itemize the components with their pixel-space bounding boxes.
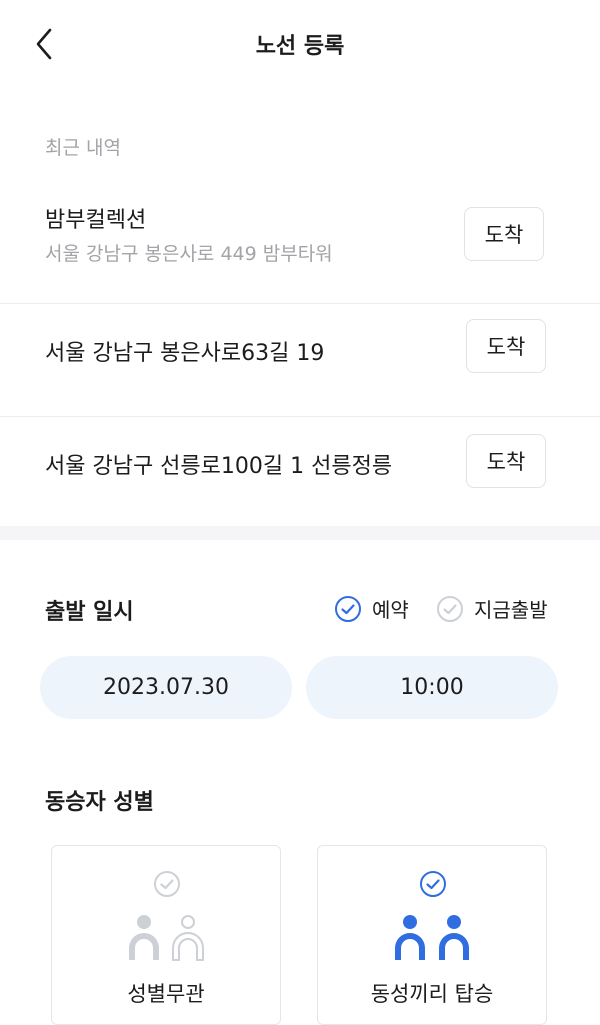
place-address: 서울 강남구 봉은사로 449 밤부타워 (45, 243, 333, 265)
gender-any-option[interactable]: 성별무관 (51, 845, 281, 1025)
arrive-button[interactable]: 도착 (466, 319, 546, 373)
arrive-button[interactable]: 도착 (464, 207, 544, 261)
depart-now-option[interactable]: 지금출발 (436, 594, 548, 623)
recent-history-label: 최근 내역 (45, 137, 121, 159)
people-icon (395, 915, 469, 960)
check-circle-icon (420, 871, 446, 897)
same-gender-label: 동성끼리 탑승 (370, 982, 494, 1006)
departure-title: 출발 일시 (45, 600, 134, 625)
reserve-option[interactable]: 예약 (334, 594, 409, 623)
reserve-option-label: 예약 (372, 598, 409, 622)
page-title: 노선 등록 (255, 34, 345, 59)
check-circle-icon (437, 595, 463, 622)
gender-any-label: 성별무관 (127, 982, 205, 1006)
depart-now-option-label: 지금출발 (474, 598, 548, 622)
recent-item[interactable]: 서울 강남구 선릉로100길 1 선릉정릉 도착 (0, 417, 600, 526)
same-gender-option[interactable]: 동성끼리 탑승 (317, 845, 547, 1025)
time-picker[interactable]: 10:00 (306, 656, 558, 719)
place-name: 밤부컬렉션 (45, 208, 147, 233)
recent-item[interactable]: 밤부컬렉션 서울 강남구 봉은사로 449 밤부타워 도착 (0, 191, 600, 304)
companion-gender-title: 동승자 성별 (45, 790, 154, 815)
check-circle-icon (154, 871, 180, 897)
date-picker[interactable]: 2023.07.30 (40, 656, 292, 719)
place-address: 서울 강남구 선릉로100길 1 선릉정릉 (45, 454, 393, 479)
check-circle-icon (335, 595, 361, 622)
recent-history-section: 최근 내역 밤부컬렉션 서울 강남구 봉은사로 449 밤부타워 도착 서울 강… (0, 86, 600, 526)
arrive-button[interactable]: 도착 (466, 434, 546, 488)
header: 노선 등록 (0, 0, 600, 87)
people-icon (129, 915, 204, 961)
section-divider (0, 526, 600, 540)
recent-item[interactable]: 서울 강남구 봉은사로63길 19 도착 (0, 304, 600, 417)
place-address: 서울 강남구 봉은사로63길 19 (45, 341, 325, 366)
